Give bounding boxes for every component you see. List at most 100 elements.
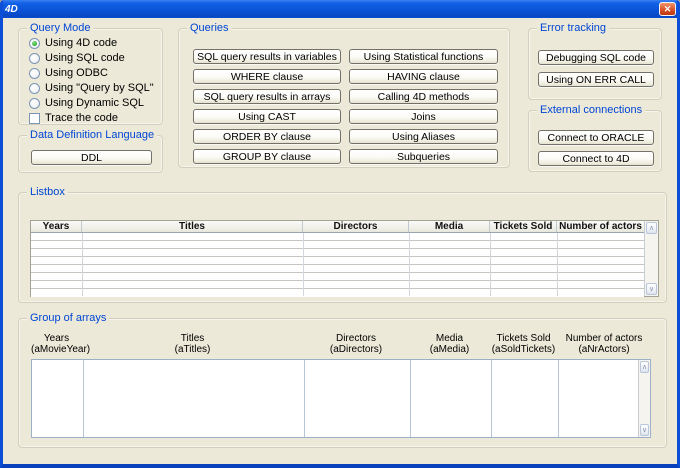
listbox-row[interactable] xyxy=(31,257,644,265)
listbox-row[interactable] xyxy=(31,233,644,241)
array-header-titles: Titles (aTitles) xyxy=(82,333,303,355)
checkbox-label: Trace the code xyxy=(45,113,118,124)
column-header-titles[interactable]: Titles xyxy=(82,221,303,232)
debugging-sql-code-button[interactable]: Debugging SQL code xyxy=(538,50,654,65)
array-variable-name: (aMedia) xyxy=(409,344,490,355)
array-variable-name: (aNrActors) xyxy=(557,344,651,355)
chevron-down-icon: ∨ xyxy=(642,427,647,434)
queries-left-column: SQL query results in variables WHERE cla… xyxy=(193,49,341,164)
radio-button-icon xyxy=(29,98,40,109)
queries-group: Queries SQL query results in variables W… xyxy=(178,28,510,168)
listbox-table[interactable]: Years Titles Directors Media Tickets Sol… xyxy=(30,220,659,297)
radio-label: Using 4D code xyxy=(45,38,117,49)
array-column-separator xyxy=(558,360,559,437)
array-column-separator xyxy=(83,360,84,437)
chevron-up-icon: ∧ xyxy=(649,225,654,232)
radio-label: Using SQL code xyxy=(45,53,125,64)
column-header-directors[interactable]: Directors xyxy=(303,221,409,232)
using-aliases-button[interactable]: Using Aliases xyxy=(349,129,498,144)
column-header-tickets-sold[interactable]: Tickets Sold xyxy=(490,221,557,232)
listbox-row[interactable] xyxy=(31,265,644,273)
having-clause-button[interactable]: HAVING clause xyxy=(349,69,498,84)
queries-group-title: Queries xyxy=(187,22,232,35)
group-of-arrays-title: Group of arrays xyxy=(27,312,109,325)
chevron-down-icon: ∨ xyxy=(649,286,654,293)
radio-using-query-by-sql[interactable]: Using "Query by SQL" xyxy=(29,82,162,94)
listbox-row[interactable] xyxy=(31,281,644,289)
title-bar[interactable]: 4D ✕ xyxy=(0,0,680,18)
listbox-row[interactable] xyxy=(31,241,644,249)
ddl-button[interactable]: DDL xyxy=(31,150,152,165)
radio-label: Using ODBC xyxy=(45,68,108,79)
radio-using-odbc[interactable]: Using ODBC xyxy=(29,68,162,80)
array-lists-area[interactable]: ∧ ∨ xyxy=(31,359,651,438)
scroll-down-button[interactable]: ∨ xyxy=(646,283,657,295)
array-variable-name: (aSoldTickets) xyxy=(490,344,557,355)
array-column-label: Media xyxy=(409,333,490,344)
radio-button-icon xyxy=(29,68,40,79)
using-on-err-call-button[interactable]: Using ON ERR CALL xyxy=(538,72,654,87)
joins-button[interactable]: Joins xyxy=(349,109,498,124)
array-column-label: Tickets Sold xyxy=(490,333,557,344)
listbox-group-title: Listbox xyxy=(27,186,68,199)
array-header-tickets-sold: Tickets Sold (aSoldTickets) xyxy=(490,333,557,355)
chevron-down-button[interactable]: ∨ xyxy=(640,424,649,436)
checkbox-trace-the-code[interactable]: Trace the code xyxy=(29,112,162,124)
ddl-group: Data Definition Language DDL xyxy=(18,135,163,173)
sql-query-results-in-arrays-button[interactable]: SQL query results in arrays xyxy=(193,89,341,104)
listbox-group: Listbox Years Titles Directors Media Tic… xyxy=(18,192,667,303)
scroll-up-button[interactable]: ∧ xyxy=(646,222,657,234)
calling-4d-methods-button[interactable]: Calling 4D methods xyxy=(349,89,498,104)
ddl-group-title: Data Definition Language xyxy=(27,129,157,142)
listbox-scrollbar[interactable]: ∧ ∨ xyxy=(644,221,658,296)
column-header-media[interactable]: Media xyxy=(409,221,490,232)
array-header-number-of-actors: Number of actors (aNrActors) xyxy=(557,333,651,355)
queries-right-column: Using Statistical functions HAVING claus… xyxy=(349,49,498,164)
radio-button-icon xyxy=(29,38,40,49)
checkbox-icon xyxy=(29,113,40,124)
chevron-up-button[interactable]: ∧ xyxy=(640,361,649,373)
radio-using-sql-code[interactable]: Using SQL code xyxy=(29,53,162,65)
radio-using-4d-code[interactable]: Using 4D code xyxy=(29,38,162,50)
app-logo-icon: 4D xyxy=(5,4,18,15)
array-column-separator xyxy=(410,360,411,437)
array-column-separator xyxy=(491,360,492,437)
radio-label: Using Dynamic SQL xyxy=(45,98,144,109)
subqueries-button[interactable]: Subqueries xyxy=(349,149,498,164)
array-header-years: Years (aMovieYear) xyxy=(31,333,82,355)
radio-button-icon xyxy=(29,53,40,64)
radio-label: Using "Query by SQL" xyxy=(45,83,154,94)
chevron-up-icon: ∧ xyxy=(642,364,647,371)
error-tracking-group-title: Error tracking xyxy=(537,22,609,35)
connect-to-oracle-button[interactable]: Connect to ORACLE xyxy=(538,130,654,145)
array-header-media: Media (aMedia) xyxy=(409,333,490,355)
array-column-label: Number of actors xyxy=(557,333,651,344)
order-by-clause-button[interactable]: ORDER BY clause xyxy=(193,129,341,144)
column-header-number-of-actors[interactable]: Number of actors xyxy=(557,221,644,232)
using-statistical-functions-button[interactable]: Using Statistical functions xyxy=(349,49,498,64)
query-mode-options: Using 4D code Using SQL code Using ODBC … xyxy=(19,29,162,124)
group-by-clause-button[interactable]: GROUP BY clause xyxy=(193,149,341,164)
array-header-directors: Directors (aDirectors) xyxy=(303,333,409,355)
sql-query-results-in-variables-button[interactable]: SQL query results in variables xyxy=(193,49,341,64)
listbox-row[interactable] xyxy=(31,249,644,257)
group-of-arrays-group: Group of arrays Years (aMovieYear) Title… xyxy=(18,318,667,448)
array-variable-name: (aTitles) xyxy=(82,344,303,355)
where-clause-button[interactable]: WHERE clause xyxy=(193,69,341,84)
arrays-scrollbar[interactable]: ∧ ∨ xyxy=(638,360,650,437)
query-mode-group: Query Mode Using 4D code Using SQL code … xyxy=(18,28,163,125)
column-header-years[interactable]: Years xyxy=(31,221,82,232)
external-connections-group-title: External connections xyxy=(537,104,645,117)
listbox-row[interactable] xyxy=(31,289,644,297)
listbox-body[interactable] xyxy=(31,233,644,296)
array-variable-name: (aMovieYear) xyxy=(31,344,82,355)
using-cast-button[interactable]: Using CAST xyxy=(193,109,341,124)
array-column-label: Titles xyxy=(82,333,303,344)
connect-to-4d-button[interactable]: Connect to 4D xyxy=(538,151,654,166)
external-connections-group: External connections Connect to ORACLE C… xyxy=(528,110,662,172)
radio-using-dynamic-sql[interactable]: Using Dynamic SQL xyxy=(29,97,162,109)
listbox-header-row: Years Titles Directors Media Tickets Sol… xyxy=(31,221,644,233)
close-button[interactable]: ✕ xyxy=(659,2,676,16)
array-column-label: Years xyxy=(31,333,82,344)
listbox-row[interactable] xyxy=(31,273,644,281)
